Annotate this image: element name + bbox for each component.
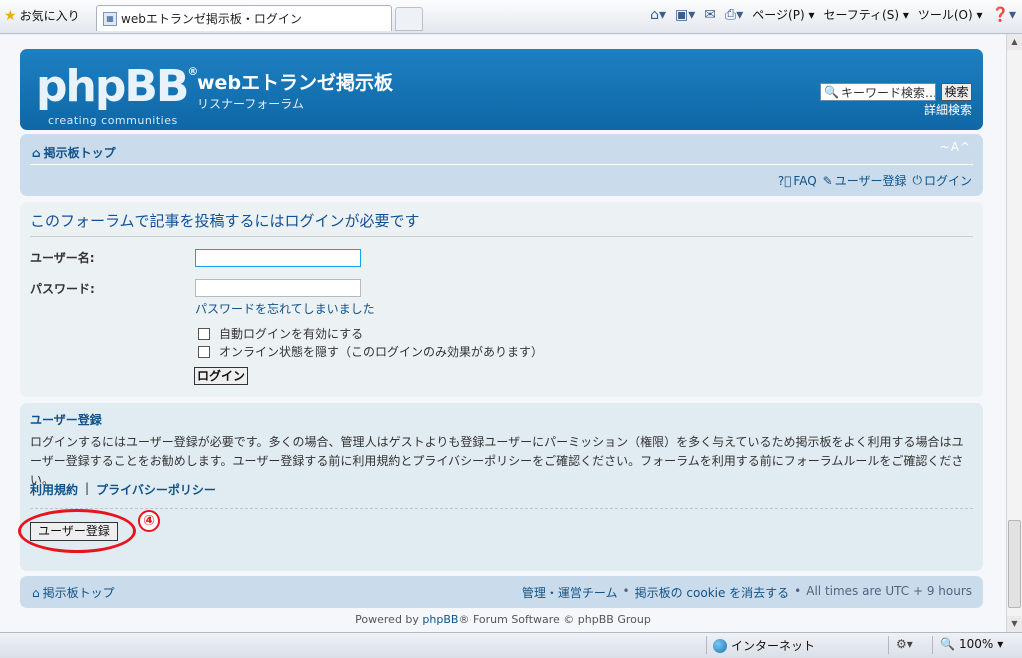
footer-navbar: ⌂ 掲示板トップ 管理・運営チーム • 掲示板の cookie を消去する • … [20, 576, 983, 608]
privacy-link[interactable]: プライバシーポリシー [96, 481, 216, 498]
scroll-down-icon[interactable]: ▼ [1007, 616, 1022, 632]
forum-header: phpBB® creating communities webエトランゼ掲示板 … [20, 49, 983, 130]
password-label: パスワード: [30, 282, 95, 296]
navbar: ⌂ 掲示板トップ ~A^ ?⃝ FAQ ✎ ユーザー登録 ⏻ ログイン [20, 134, 983, 196]
register-heading: ユーザー登録 [30, 413, 102, 427]
status-divider [932, 636, 933, 654]
register-panel: ユーザー登録 ログインするにはユーザー登録が必要です。多くの場合、管理人はゲスト… [18, 403, 983, 571]
search-button[interactable]: 検索 [941, 83, 972, 101]
link-separator: | [85, 481, 90, 495]
scroll-up-icon[interactable]: ▲ [1007, 34, 1022, 50]
auto-login-row: 自動ログインを有効にする [198, 325, 363, 342]
bullet: • [794, 584, 802, 598]
home-icon[interactable]: ⌂▾ [650, 7, 666, 23]
bullet: • [622, 584, 630, 598]
board-index-link[interactable]: ⌂ 掲示板トップ [32, 144, 116, 161]
policy-links: 利用規約 | プライバシーポリシー [30, 481, 216, 498]
auto-login-checkbox[interactable] [198, 327, 210, 340]
powered-by: Powered by phpBB® Forum Software © phpBB… [355, 613, 651, 626]
tools-menu[interactable]: ツール(O) ▾ [918, 6, 983, 23]
chevron-down-icon: ▾ [997, 637, 1004, 651]
status-divider [706, 636, 707, 654]
tab-title: webエトランゼ掲示板・ログイン [121, 12, 302, 26]
hide-online-label: オンライン状態を隠す（このログインのみ効果があります） [219, 345, 544, 359]
vertical-scrollbar[interactable]: ▲ ▼ [1006, 34, 1022, 632]
login-heading: このフォーラムで記事を投稿するにはログインが必要です [30, 212, 420, 230]
command-bar: ⌂▾ ▣▾ ✉ ⎙▾ ページ(P) ▾ セーフティ(S) ▾ ツール(O) ▾ … [650, 6, 1016, 23]
font-size-control[interactable]: ~A^ [940, 140, 971, 154]
panel-divider [30, 236, 973, 237]
search-placeholder: キーワード検索… [840, 85, 936, 100]
status-divider [888, 636, 889, 654]
delete-cookies-link[interactable]: 掲示板の cookie を消去する [635, 584, 790, 601]
login-link[interactable]: ⏻ ログイン [912, 172, 972, 189]
footer-board-index-link[interactable]: ⌂ 掲示板トップ [32, 584, 115, 601]
timezone-text: All times are UTC + 9 hours [806, 584, 972, 598]
favorites-button[interactable]: ★ お気に入り [4, 7, 80, 24]
security-zone[interactable]: インターネット [713, 637, 815, 654]
hide-online-row: オンライン状態を隠す（このログインのみ効果があります） [198, 343, 543, 360]
globe-icon [713, 638, 727, 653]
faq-link[interactable]: ?⃝ FAQ [778, 172, 817, 189]
new-tab-button[interactable] [395, 7, 423, 31]
status-bar: インターネット ⚙▾ 🔍 100% ▾ [0, 632, 1022, 658]
register-link[interactable]: ✎ ユーザー登録 [823, 172, 907, 189]
feed-icon[interactable]: ▣▾ [675, 7, 695, 23]
forgot-password-link[interactable]: パスワードを忘れてしまいました [195, 300, 375, 317]
username-input[interactable] [195, 249, 361, 267]
login-button[interactable]: ログイン [194, 367, 248, 385]
home-icon: ⌂ [32, 145, 41, 160]
question-icon: ?⃝ [777, 173, 792, 188]
pencil-icon: ✎ [822, 173, 833, 188]
print-icon[interactable]: ⎙▾ [725, 7, 743, 23]
password-input[interactable] [195, 279, 361, 297]
protected-mode-icon[interactable]: ⚙▾ [896, 637, 913, 651]
navbar-links: ?⃝ FAQ ✎ ユーザー登録 ⏻ ログイン [778, 172, 972, 189]
safety-menu[interactable]: セーフティ(S) ▾ [823, 6, 908, 23]
browser-toolbar: ★ お気に入り ▦ webエトランゼ掲示板・ログイン ⌂▾ ▣▾ ✉ ⎙▾ ペー… [0, 0, 1022, 34]
terms-link[interactable]: 利用規約 [30, 481, 78, 498]
step-number-badge: ④ [138, 510, 160, 532]
login-panel: このフォーラムで記事を投稿するにはログインが必要です ユーザー名: パスワード:… [20, 202, 983, 397]
mail-icon[interactable]: ✉ [704, 7, 716, 23]
team-link[interactable]: 管理・運営チーム [522, 584, 618, 601]
help-icon[interactable]: ❓▾ [992, 7, 1016, 23]
page-menu[interactable]: ページ(P) ▾ [752, 6, 814, 23]
hide-online-checkbox[interactable] [198, 345, 210, 358]
page-viewport: phpBB® creating communities webエトランゼ掲示板 … [0, 35, 1006, 632]
auto-login-label: 自動ログインを有効にする [219, 327, 364, 341]
scroll-thumb[interactable] [1008, 520, 1021, 608]
page-icon: ▦ [103, 11, 117, 26]
zoom-control[interactable]: 🔍 100% ▾ [940, 637, 1003, 651]
browser-tab[interactable]: ▦ webエトランゼ掲示板・ログイン [96, 5, 392, 31]
logo-tagline: creating communities [48, 114, 178, 127]
username-label: ユーザー名: [30, 251, 95, 265]
phpbb-link[interactable]: phpBB [422, 613, 458, 626]
highlight-circle [18, 509, 136, 553]
panel-divider [30, 508, 973, 509]
advanced-search-link[interactable]: 詳細検索 [924, 101, 972, 118]
star-icon: ★ [4, 7, 17, 24]
footer-links: 管理・運営チーム • 掲示板の cookie を消去する • All times… [522, 584, 972, 601]
site-title: webエトランゼ掲示板 [197, 72, 394, 94]
home-icon: ⌂ [32, 585, 40, 600]
search-icon: 🔍 [824, 85, 839, 99]
power-icon: ⏻ [912, 173, 922, 187]
phpbb-logo[interactable]: phpBB® [36, 61, 198, 112]
magnifier-icon: 🔍 [940, 637, 955, 651]
search-input[interactable]: 🔍 キーワード検索… [820, 83, 936, 101]
navbar-divider [30, 164, 973, 165]
favorites-label: お気に入り [19, 9, 80, 23]
site-description: リスナーフォーラム [197, 97, 304, 111]
